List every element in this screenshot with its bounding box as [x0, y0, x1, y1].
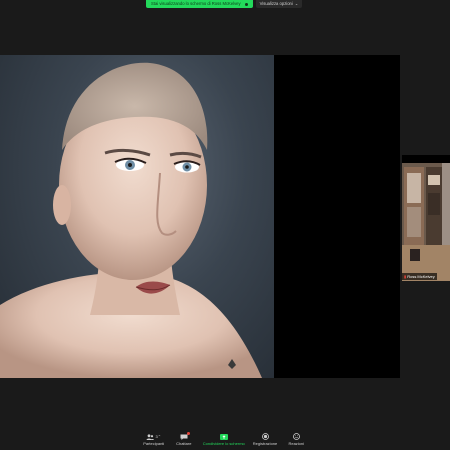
participants-chevron-icon[interactable]: ⌃	[158, 434, 161, 439]
record-icon-group	[261, 432, 269, 441]
share-icon-group	[219, 432, 228, 441]
view-options-label: Visualizza opzioni	[259, 1, 293, 6]
reactions-button[interactable]: Reazioni	[285, 432, 307, 446]
participants-icon-group: 3 ⌃	[146, 432, 161, 441]
portrait-illustration	[0, 62, 262, 378]
participant-name: Ross McKelvey	[407, 274, 435, 279]
screen-share-banner: Stai visualizzando lo schermo di Ross Mc…	[146, 0, 303, 8]
chat-button[interactable]: Chattare	[173, 432, 195, 446]
participant-room-illustration	[402, 163, 450, 281]
people-icon	[146, 433, 155, 440]
chat-label: Chattare	[176, 441, 192, 446]
sharing-dot-icon	[244, 2, 248, 6]
sharing-indicator: Stai visualizzando lo schermo di Ross Mc…	[146, 0, 253, 8]
chat-icon-group	[180, 432, 190, 441]
participants-label: Partecipanti	[143, 441, 165, 446]
reactions-icon-group	[292, 432, 300, 441]
smiley-icon	[292, 433, 300, 440]
participants-button[interactable]: 3 ⌃ Partecipanti	[143, 432, 165, 446]
meeting-window: Stai visualizzando lo schermo di Ross Mc…	[0, 0, 450, 450]
chevron-down-icon: ⌄	[294, 1, 299, 6]
participant-video-tile[interactable]: ▮ Ross McKelvey	[402, 155, 450, 281]
reactions-label: Reazioni	[288, 441, 305, 446]
record-label: Registrazione	[252, 441, 278, 446]
view-options-button[interactable]: Visualizza opzioni ⌄	[255, 0, 303, 8]
shared-screen-view[interactable]	[0, 55, 400, 378]
chat-notification-badge	[186, 432, 190, 435]
meeting-toolbar: 3 ⌃ Partecipanti Chattare Condividere lo…	[0, 432, 450, 450]
share-screen-icon	[219, 433, 228, 440]
participant-name-label: ▮ Ross McKelvey	[402, 273, 437, 280]
sharing-indicator-text: Stai visualizzando lo schermo di Ross Mc…	[151, 1, 241, 6]
mic-muted-icon: ▮	[404, 274, 407, 279]
record-button[interactable]: Registrazione	[253, 432, 277, 446]
participant-video-feed	[402, 163, 450, 281]
arrow-up-icon	[222, 434, 226, 439]
record-icon	[261, 433, 269, 440]
shared-portrait-image	[0, 55, 274, 378]
share-screen-label: Condividere lo schermo	[202, 441, 245, 446]
share-screen-button[interactable]: Condividere lo schermo	[203, 432, 245, 446]
